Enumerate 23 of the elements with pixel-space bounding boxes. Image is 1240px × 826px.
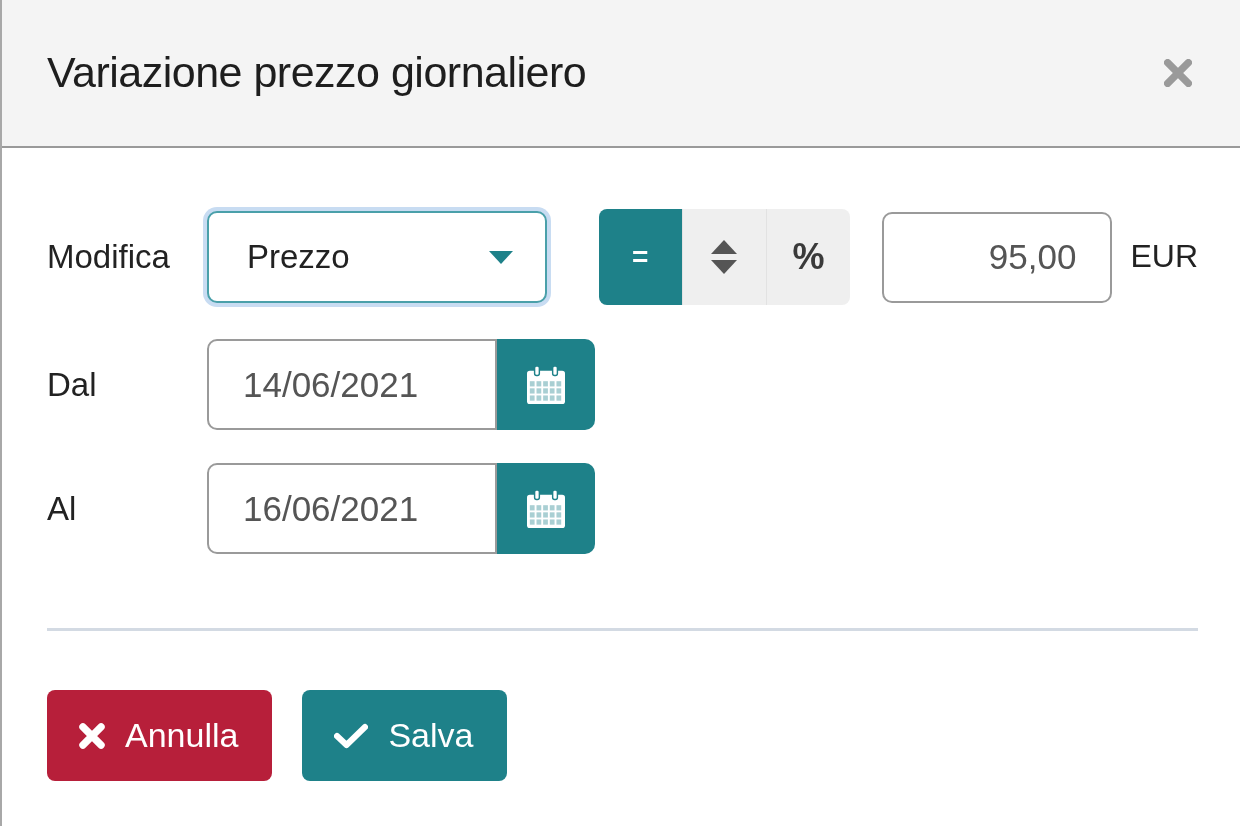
close-button[interactable] bbox=[1164, 59, 1192, 87]
close-icon bbox=[79, 722, 105, 749]
date-field[interactable]: 16/06/2021 bbox=[207, 463, 497, 554]
calendar-button[interactable] bbox=[497, 463, 595, 554]
mode-toggle[interactable]: % bbox=[766, 209, 851, 305]
mode-toggle[interactable] bbox=[682, 209, 767, 305]
date-field[interactable]: 14/06/2021 bbox=[207, 339, 497, 430]
caret-icon bbox=[488, 250, 513, 264]
sort-icon bbox=[711, 240, 738, 274]
calendar-icon bbox=[527, 365, 565, 404]
dialog-title: Variazione prezzo giornaliero bbox=[47, 47, 587, 99]
save-button[interactable]: Salva bbox=[302, 690, 508, 781]
calendar-icon bbox=[527, 489, 565, 528]
field-label: Dal bbox=[47, 364, 98, 405]
amount-field[interactable]: 95,00 bbox=[882, 211, 1113, 303]
check-icon bbox=[334, 722, 369, 749]
unit-label: EUR bbox=[1130, 237, 1198, 276]
field-label: Al bbox=[47, 488, 78, 529]
field-label: Modifica bbox=[47, 237, 171, 278]
mode-toggle[interactable]: = bbox=[598, 209, 683, 305]
calendar-button[interactable] bbox=[497, 339, 595, 430]
close-icon bbox=[1164, 59, 1192, 87]
cancel-button[interactable]: Annulla bbox=[47, 690, 273, 781]
